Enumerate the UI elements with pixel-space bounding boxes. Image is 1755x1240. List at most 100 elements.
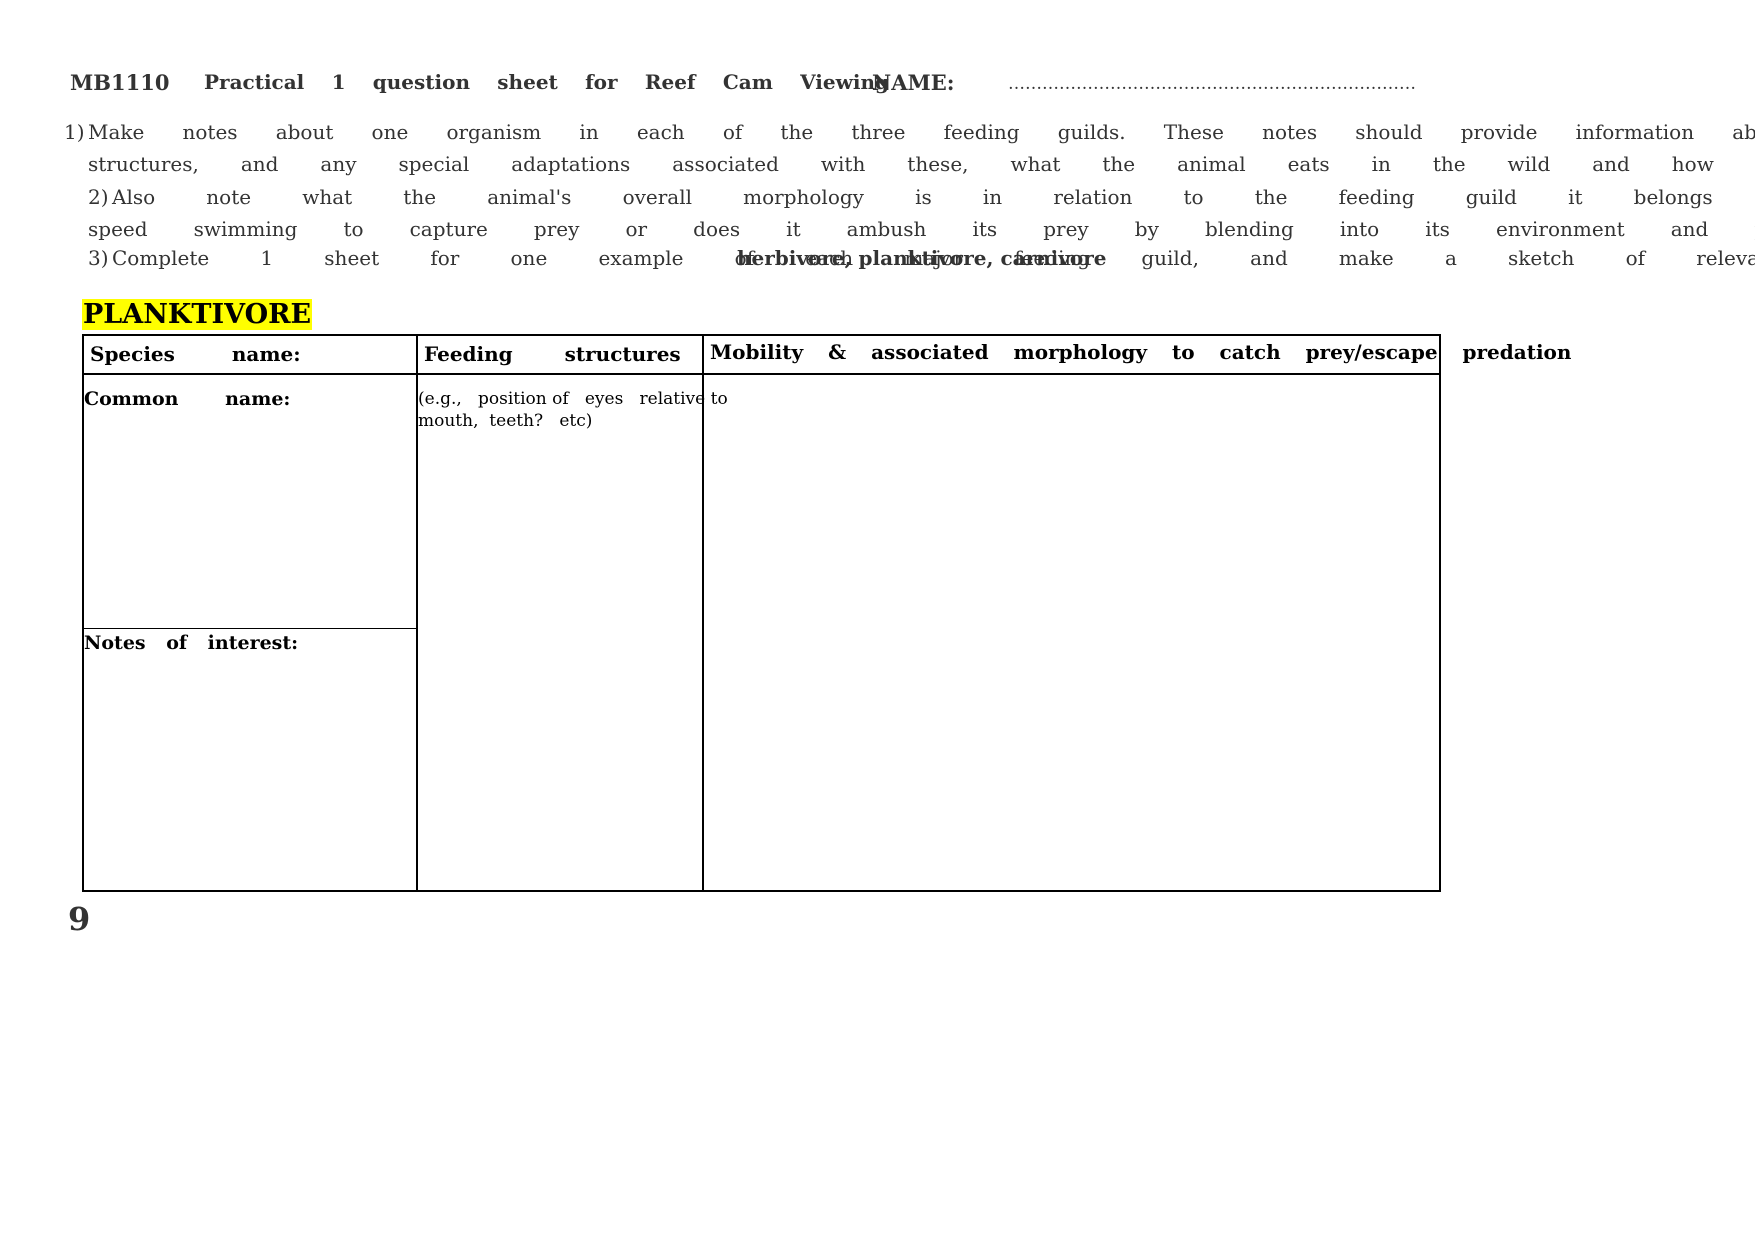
instruction-line: speed swimming to capture prey or does it ambush…	[88, 217, 1755, 241]
title-word: Reef	[644, 70, 696, 94]
instruction-word: adaptations	[511, 152, 631, 176]
species-table	[82, 334, 1441, 892]
sheet-title: Practical 1 question sheet for Reef Cam Viewing	[204, 70, 889, 94]
instruction-word: make	[1338, 246, 1394, 270]
instruction-word: relation	[1053, 185, 1133, 209]
name-label: NAME:	[872, 70, 955, 95]
name-blank-line: ………………………………………………………………	[1008, 74, 1416, 94]
instruction-number: 1)	[64, 120, 85, 144]
instruction-word: into	[1339, 217, 1380, 241]
title-word: Cam	[722, 70, 773, 94]
instruction-word: associated	[672, 152, 779, 176]
instruction-word: what	[302, 185, 353, 209]
page-number: 9	[68, 900, 91, 938]
instruction-word: should	[1355, 120, 1423, 144]
instruction-word: of	[1625, 246, 1646, 270]
instruction-word: the	[1432, 152, 1466, 176]
section-label-planktivore: PLANKTIVORE	[82, 299, 313, 330]
instruction-word: for	[430, 246, 460, 270]
instruction-word: Make	[88, 120, 145, 144]
instruction-word: to	[343, 217, 364, 241]
instruction-word: ambush	[846, 217, 927, 241]
instruction-word: how	[1671, 152, 1714, 176]
header-feeding-structures: Feeding structures	[424, 342, 681, 366]
instruction-word: one	[371, 120, 409, 144]
title-word: for	[585, 70, 618, 94]
document-page: MB1110 Practical 1 question sheet for Reef Cam…	[0, 0, 1755, 1240]
instruction-word: Also	[112, 185, 156, 209]
instruction-word: sheet	[324, 246, 380, 270]
instruction-word: to	[1183, 185, 1204, 209]
instruction-word: about	[1732, 120, 1755, 144]
instruction-word: prey	[533, 217, 580, 241]
instruction-word: a	[1444, 246, 1457, 270]
guild-list: herbivore, planktivore, carnivore	[737, 246, 1107, 270]
instruction-word: These	[1163, 120, 1224, 144]
instruction-word: and	[1250, 246, 1288, 270]
instruction-word: does	[693, 217, 741, 241]
instruction-number: 3)	[88, 246, 109, 270]
instruction-word: in	[1371, 152, 1391, 176]
title-word: 1	[331, 70, 346, 94]
instruction-word: these,	[907, 152, 969, 176]
instruction-word: feeding	[1338, 185, 1415, 209]
instruction-word: overall	[622, 185, 693, 209]
instruction-word: the	[780, 120, 814, 144]
instruction-word: sketch	[1508, 246, 1575, 270]
header-divider	[82, 373, 1441, 375]
instruction-line: Make notes about one organism in each of the thre…	[88, 120, 1755, 144]
row-divider	[82, 628, 417, 629]
instruction-word: animal's	[487, 185, 572, 209]
instruction-word: note	[206, 185, 252, 209]
instruction-line: structures, and any special adaptations assoc…	[88, 152, 1755, 176]
instruction-word: provide	[1460, 120, 1538, 144]
instruction-word: capture	[409, 217, 488, 241]
instruction-word: 1	[260, 246, 274, 270]
instruction-word: guild,	[1141, 246, 1199, 270]
instruction-word: environment	[1496, 217, 1625, 241]
instruction-word: the	[1254, 185, 1288, 209]
instruction-word: organism	[446, 120, 542, 144]
instruction-word: its	[1425, 217, 1450, 241]
instruction-word: guilds.	[1057, 120, 1126, 144]
instruction-word: notes	[1262, 120, 1318, 144]
instruction-word: by	[1134, 217, 1159, 241]
instruction-word: information	[1575, 120, 1695, 144]
instruction-word: guild	[1465, 185, 1517, 209]
instruction-word: it	[786, 217, 801, 241]
instruction-word: or	[625, 217, 648, 241]
header-mobility: Mobility & associated morphology to catc…	[710, 340, 1572, 364]
notes-of-interest-label: Notes of interest:	[84, 632, 299, 654]
section-label-text: PLANKTIVORE	[82, 299, 313, 330]
instruction-word: each	[636, 120, 685, 144]
instruction-word: speed	[88, 217, 148, 241]
instruction-word: wild	[1507, 152, 1551, 176]
header-species-name: Species name:	[90, 342, 301, 366]
instruction-word: morphology	[743, 185, 864, 209]
instruction-word: Complete	[112, 246, 210, 270]
column-divider	[702, 334, 704, 892]
instruction-word: relevant	[1696, 246, 1755, 270]
instruction-word: and	[1670, 217, 1709, 241]
instruction-word: animal	[1177, 152, 1246, 176]
instruction-word: is	[915, 185, 932, 209]
instruction-number: 2)	[88, 185, 109, 209]
instruction-word: eats	[1287, 152, 1330, 176]
instruction-word: feeding	[943, 120, 1020, 144]
instruction-line: Also note what the animal's overall morphology…	[112, 185, 1755, 209]
instruction-word: about	[275, 120, 334, 144]
instruction-word: three	[851, 120, 906, 144]
instruction-word: what	[1010, 152, 1061, 176]
instruction-word: structures,	[88, 152, 199, 176]
instruction-word: any	[320, 152, 357, 176]
instruction-word: one	[510, 246, 548, 270]
instruction-word: its	[972, 217, 998, 241]
instruction-word: in	[982, 185, 1003, 209]
instruction-word: with	[820, 152, 866, 176]
title-word: question	[372, 70, 471, 94]
title-word: Practical	[204, 70, 305, 94]
instruction-word: notes	[182, 120, 238, 144]
instruction-word: the	[1102, 152, 1136, 176]
course-code: MB1110	[70, 70, 170, 95]
title-word: sheet	[497, 70, 558, 94]
